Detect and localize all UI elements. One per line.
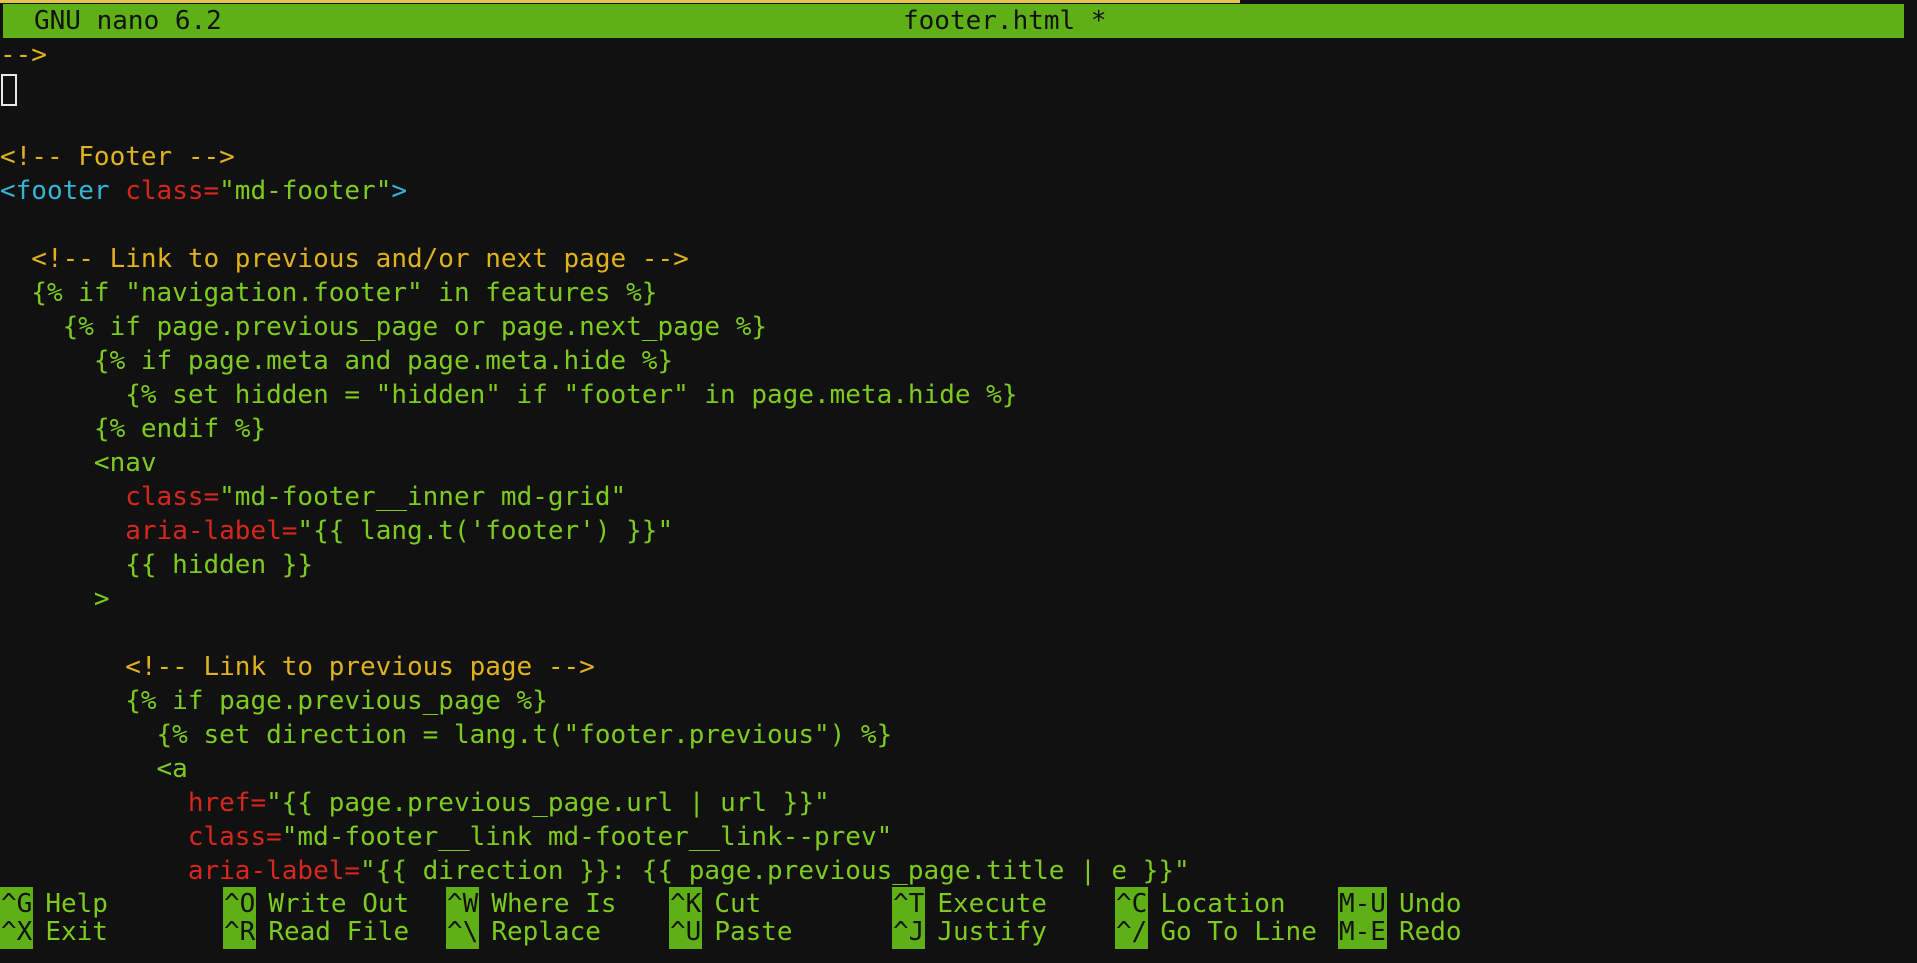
code-token-attr: aria-label= (187, 856, 361, 886)
shortcut-exit[interactable]: ^X Exit (0, 915, 108, 949)
shortcut-bar: ^G Help ^O Write Out ^W Where Is ^K Cut ^T Execut… (0, 887, 1917, 963)
code-line[interactable]: class="md-footer__inner md-grid" (0, 480, 1917, 514)
shortcut-justify[interactable]: ^J Justify (892, 915, 1047, 949)
code-token-comment: <!-- Link to previous page --> (0, 652, 595, 682)
code-line[interactable]: <a (0, 752, 1917, 786)
app-version: GNU nano 6.2 (34, 6, 222, 36)
code-token-plain: <a (0, 754, 188, 784)
code-line[interactable]: aria-label="{{ lang.t('footer') }}" (0, 514, 1917, 548)
terminal-window: GNU nano 6.2 footer.html * --> <!-- Foote… (0, 0, 1917, 963)
file-name: footer.html * (903, 6, 1107, 36)
code-token-tag: <footer (0, 176, 126, 206)
code-token-comment: <!-- Link to previous and/or next page -… (0, 244, 689, 274)
window-accent-bar (0, 0, 1240, 3)
code-line[interactable]: href="{{ page.previous_page.url | url }}… (0, 786, 1917, 820)
shortcut-key: ^J (892, 915, 926, 949)
code-token-plain: "{{ page.previous_page.url | url }}" (266, 788, 830, 818)
shortcut-label: Replace (491, 917, 601, 947)
code-line[interactable]: {% endif %} (0, 412, 1917, 446)
code-token-attr: class= (125, 482, 220, 512)
code-token-attr: aria-label= (125, 516, 298, 546)
code-line[interactable]: class="md-footer__link md-footer__link--… (0, 820, 1917, 854)
code-line[interactable]: <!-- Link to previous and/or next page -… (0, 242, 1917, 276)
code-line[interactable]: aria-label="{{ direction }}: {{ page.pre… (0, 854, 1917, 888)
code-line[interactable]: {% if "navigation.footer" in features %} (0, 276, 1917, 310)
code-token-attr: class= (125, 176, 220, 206)
shortcut-key: ^\ (446, 915, 480, 949)
code-token-plain: {% endif %} (0, 414, 267, 444)
code-token-plain: "md-footer__inner md-grid" (219, 482, 627, 512)
code-token-tag: > (391, 176, 407, 206)
code-token-attr: class= (187, 822, 282, 852)
code-token-plain: {% set hidden = "hidden" if "footer" in … (0, 380, 1018, 410)
code-line[interactable]: {% set direction = lang.t("footer.previo… (0, 718, 1917, 752)
code-line[interactable] (0, 616, 1917, 650)
code-line[interactable]: --> (0, 38, 1917, 72)
code-token-plain: {% if page.meta and page.meta.hide %} (0, 346, 674, 376)
shortcut-label: Redo (1398, 917, 1462, 947)
shortcut-key: ^R (223, 915, 257, 949)
shortcut-redo[interactable]: M-E Redo (1338, 915, 1462, 949)
code-line[interactable] (0, 72, 1917, 106)
code-line[interactable]: <!-- Link to previous page --> (0, 650, 1917, 684)
editor-buffer[interactable]: --> <!-- Footer --> <footer class="md-foot… (0, 38, 1917, 888)
code-line[interactable] (0, 208, 1917, 242)
shortcut-key: ^X (0, 915, 34, 949)
code-token-plain: > (0, 584, 110, 614)
nano-titlebar: GNU nano 6.2 footer.html * (3, 4, 1904, 38)
code-line[interactable]: {% if page.previous_page %} (0, 684, 1917, 718)
shortcut-key: ^U (669, 915, 703, 949)
shortcut-label: Read File (268, 917, 410, 947)
code-token-plain: <nav (0, 448, 157, 478)
code-line[interactable]: {% if page.meta and page.meta.hide %} (0, 344, 1917, 378)
code-token-plain: {% if page.previous_page %} (0, 686, 548, 716)
code-token-comment: <!-- Footer --> (0, 142, 235, 172)
code-line[interactable]: > (0, 582, 1917, 616)
code-token-plain: {% if page.previous_page or page.next_pa… (0, 312, 768, 342)
code-token-plain: {% set direction = lang.t("footer.previo… (0, 720, 893, 750)
code-line[interactable] (0, 106, 1917, 140)
code-token-plain: "{{ lang.t('footer') }}" (297, 516, 674, 546)
shortcut-label: Paste (714, 917, 793, 947)
code-token-plain: {% if "navigation.footer" in features %} (0, 278, 658, 308)
code-token-plain: "md-footer__link md-footer__link--prev" (281, 822, 893, 852)
shortcut-replace[interactable]: ^\ Replace (446, 915, 601, 949)
code-token-plain: {{ hidden }} (0, 550, 314, 580)
shortcut-key: ^/ (1115, 915, 1149, 949)
text-cursor (1, 73, 17, 106)
shortcut-paste[interactable]: ^U Paste (669, 915, 793, 949)
code-line[interactable]: <!-- Footer --> (0, 140, 1917, 174)
code-token-attr: href= (187, 788, 267, 818)
code-line[interactable]: {{ hidden }} (0, 548, 1917, 582)
code-line[interactable]: <nav (0, 446, 1917, 480)
shortcut-label: Justify (937, 917, 1047, 947)
shortcut-label: Exit (45, 917, 108, 947)
code-token-comment: --> (0, 40, 47, 70)
shortcut-read-file[interactable]: ^R Read File (223, 915, 409, 949)
code-token-plain: "{{ direction }}: {{ page.previous_page.… (360, 856, 1190, 886)
code-line[interactable]: {% set hidden = "hidden" if "footer" in … (0, 378, 1917, 412)
shortcut-go-to-line[interactable]: ^/ Go To Line (1115, 915, 1317, 949)
code-token-plain: "md-footer" (219, 176, 392, 206)
code-line[interactable]: <footer class="md-footer"> (0, 174, 1917, 208)
shortcut-key: M-E (1338, 915, 1387, 949)
code-line[interactable]: {% if page.previous_page or page.next_pa… (0, 310, 1917, 344)
shortcut-label: Go To Line (1160, 917, 1317, 947)
